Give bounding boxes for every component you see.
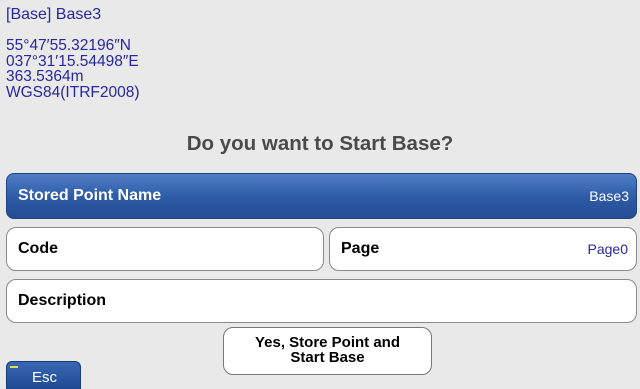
code-label: Code: [18, 240, 58, 257]
screen: [Base] Base3 55°47′55.32196″N 037°31′15.…: [0, 0, 640, 389]
stored-point-name-value: Base3: [589, 188, 629, 204]
description-field[interactable]: Description: [6, 279, 637, 323]
page-field[interactable]: Page Page0: [329, 227, 637, 271]
stored-point-name-label: Stored Point Name: [18, 187, 162, 204]
height: 363.5364m: [6, 68, 84, 85]
stored-point-name-field[interactable]: Stored Point Name Base3: [6, 173, 637, 219]
page-value: Page0: [587, 241, 628, 257]
softkey-indicator-icon: [10, 366, 18, 368]
description-label: Description: [18, 292, 107, 309]
store-button-line1: Yes, Store Point and: [254, 334, 401, 351]
esc-label: Esc: [32, 369, 58, 386]
base-title: [Base] Base3: [6, 6, 102, 23]
position-info: 55°47′55.32196″N 037°31′15.54498″E 363.5…: [6, 38, 140, 100]
latitude: 55°47′55.32196″N: [6, 37, 131, 54]
store-and-start-base-button[interactable]: Yes, Store Point and Start Base: [223, 327, 432, 375]
datum: WGS84(ITRF2008): [6, 83, 140, 101]
code-field[interactable]: Code: [6, 227, 324, 271]
longitude: 037°31′15.54498″E: [6, 52, 139, 70]
esc-button[interactable]: Esc: [6, 361, 81, 389]
confirm-question: Do you want to Start Base?: [186, 132, 454, 155]
store-button-line2: Start Base: [290, 349, 365, 366]
page-label: Page: [341, 240, 380, 257]
